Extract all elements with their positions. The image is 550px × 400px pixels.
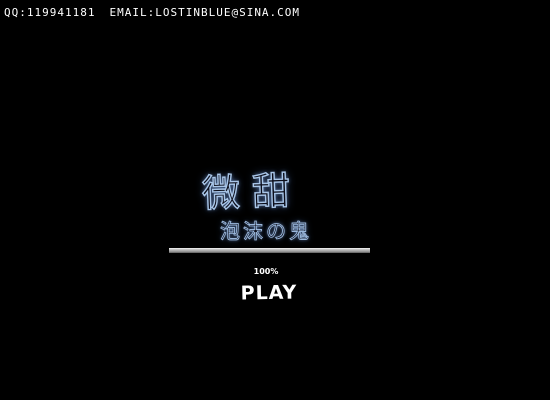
play-button[interactable]: PLAY [236,279,302,306]
progress-bar [169,248,370,253]
logo: 微甜 泡沫の鬼 [200,168,325,248]
contact-info: QQ:119941181 EMAIL:LOSTINBLUE@SINA.COM [4,6,300,20]
qq-text: QQ:119941181 [4,6,96,19]
preloader-stage: QQ:119941181 EMAIL:LOSTINBLUE@SINA.COM 微… [0,0,550,400]
email-text: EMAIL:LOSTINBLUE@SINA.COM [109,6,301,19]
logo-title: 微甜 [201,168,304,217]
progress-percent: 100% [253,267,279,276]
progress-bar-fill [169,249,370,252]
logo-subtitle: 泡沫の鬼 [220,219,312,244]
